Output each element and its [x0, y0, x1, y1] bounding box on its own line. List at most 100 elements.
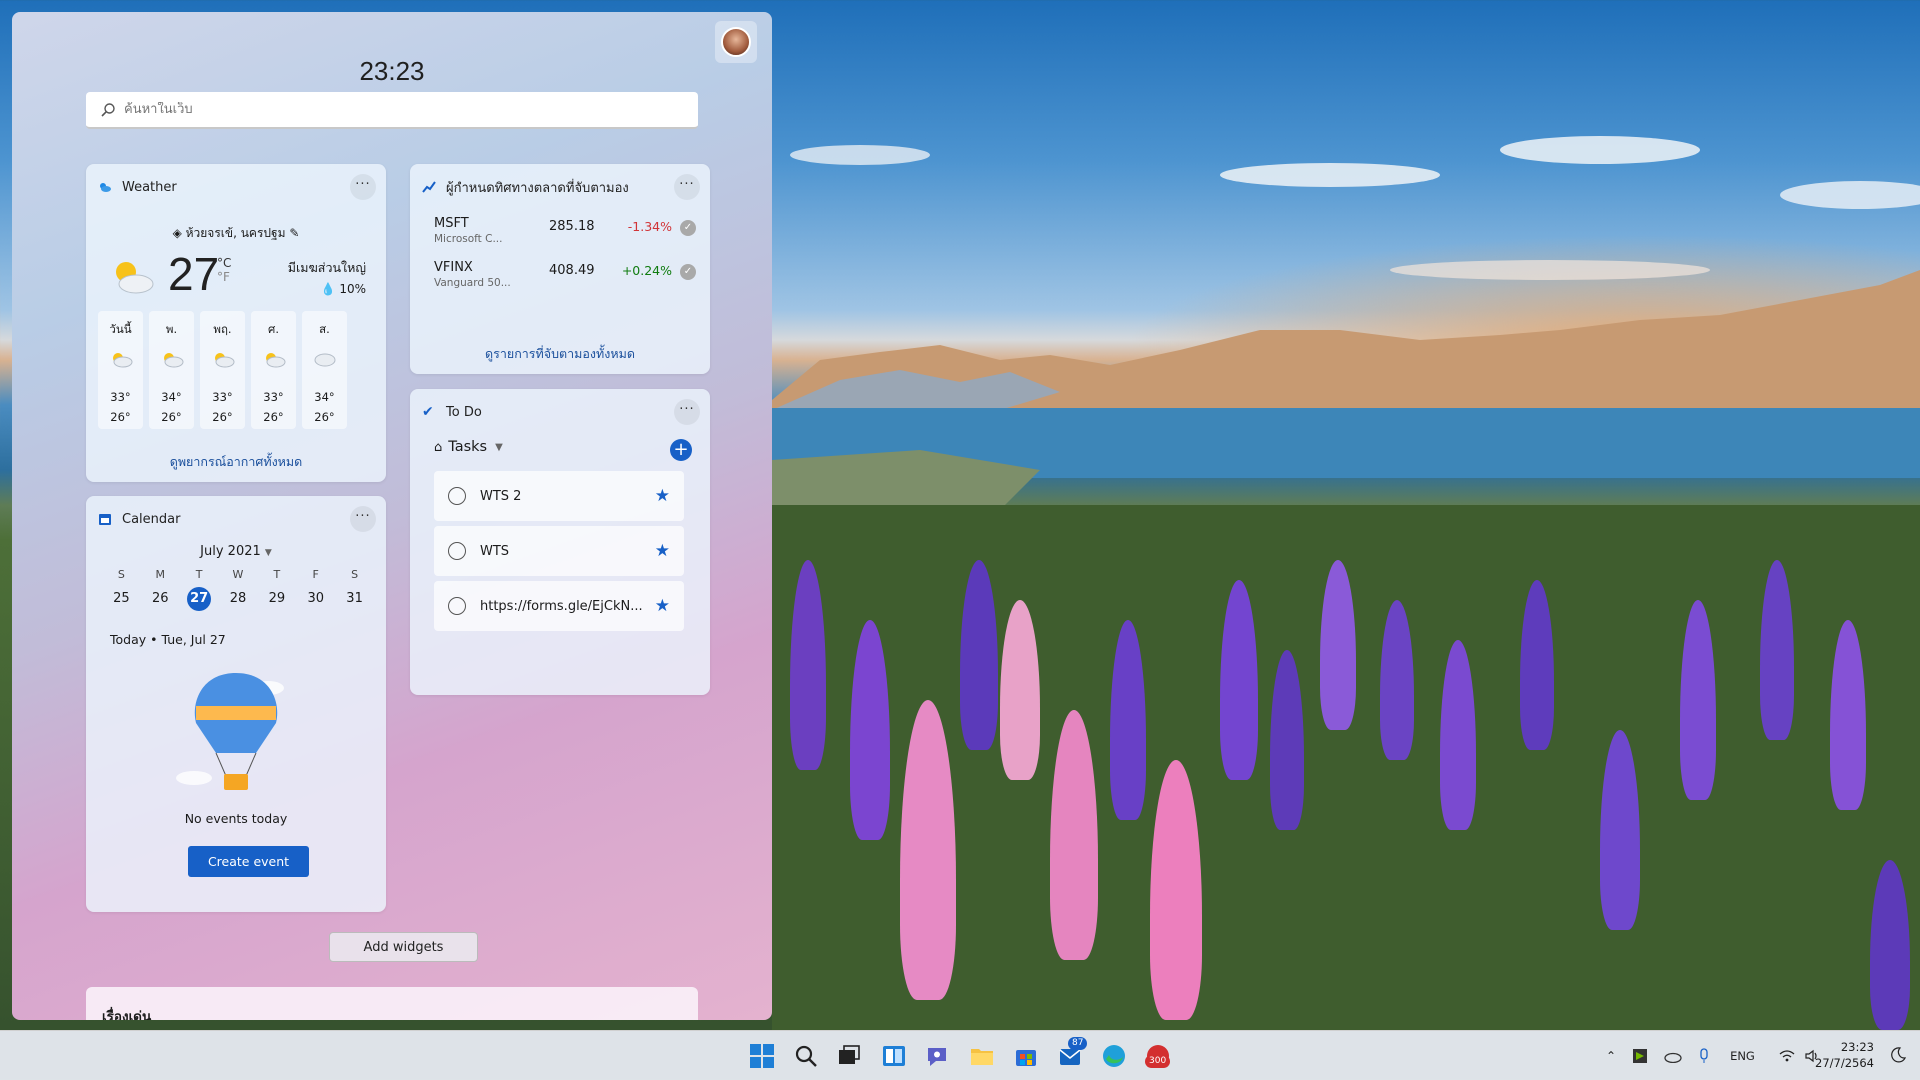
calendar-date[interactable]: 30 — [296, 586, 335, 612]
stock-price: 408.49 — [549, 263, 595, 278]
quiet-hours-moon-icon[interactable] — [1890, 1047, 1906, 1063]
weather-more-options-button[interactable]: ··· — [350, 174, 376, 200]
home-icon: ⌂ — [434, 439, 443, 455]
calendar-icon — [99, 514, 111, 525]
forecast-high: 33° — [263, 390, 284, 404]
task-item[interactable]: WTS 2 ★ — [434, 471, 684, 521]
forecast-day[interactable]: พ. 34° 26° — [149, 311, 194, 429]
forecast-low: 26° — [110, 410, 131, 424]
todo-more-options-button[interactable]: ··· — [674, 399, 700, 425]
notification-badge: 87 — [1068, 1037, 1088, 1050]
nvidia-icon[interactable] — [1632, 1048, 1648, 1064]
microphone-icon[interactable] — [1698, 1048, 1710, 1064]
forecast-day[interactable]: พฤ. 33° 26° — [200, 311, 245, 429]
market-watchlist-widget[interactable]: ผู้กำหนดทิศทางตลาดที่จับตามอง ··· MSFT M… — [410, 164, 710, 374]
stock-change: -1.34% — [627, 219, 672, 234]
edge-browser-icon[interactable] — [1101, 1043, 1127, 1069]
forecast-day[interactable]: ศ. 33° 26° — [251, 311, 296, 429]
add-task-button[interactable]: + — [670, 439, 692, 461]
onedrive-cloud-icon[interactable] — [1664, 1049, 1682, 1063]
add-widgets-button[interactable]: Add widgets — [329, 932, 478, 962]
calendar-date[interactable]: 25 — [102, 586, 141, 612]
weekday-label: W — [232, 568, 244, 581]
forecast-day-label: พ. — [165, 322, 178, 336]
temperature-unit-toggle[interactable]: °C °F — [217, 256, 231, 284]
star-icon[interactable]: ★ — [655, 541, 670, 561]
calendar-date[interactable]: 29 — [257, 586, 296, 612]
current-temperature: 27 — [168, 248, 220, 300]
search-icon — [101, 102, 115, 117]
todo-check-icon: ✔ — [422, 404, 434, 420]
chevron-up-icon[interactable]: ⌃ — [1606, 1049, 1616, 1063]
weather-widget[interactable]: Weather ··· ◈ ห้วยจรเข้, นครปฐม ✎ 27 °C °… — [86, 164, 386, 482]
calendar-more-options-button[interactable]: ··· — [350, 506, 376, 532]
start-windows-icon[interactable] — [749, 1043, 775, 1069]
weather-cloud-icon — [100, 183, 111, 192]
watchlist-link[interactable]: ดูรายการที่จับตามองทั้งหมด — [410, 344, 710, 364]
task-complete-checkbox[interactable] — [448, 542, 466, 560]
widgets-icon[interactable] — [881, 1043, 907, 1069]
featured-stories-card[interactable]: เรื่องเด่น — [86, 987, 698, 1020]
task-view-icon[interactable] — [836, 1043, 862, 1069]
edit-pencil-icon[interactable]: ✎ — [286, 226, 299, 240]
task-item[interactable]: https://forms.gle/EjCkN... ★ — [434, 581, 684, 631]
unit-celsius[interactable]: °C — [217, 256, 231, 270]
weather-location[interactable]: ◈ ห้วยจรเข้, นครปฐม ✎ — [86, 224, 386, 243]
calendar-title: Calendar — [122, 511, 181, 527]
calendar-date-today[interactable]: 27 — [180, 586, 219, 612]
task-list-name: Tasks — [448, 439, 488, 455]
profile-avatar-button[interactable] — [715, 21, 757, 63]
calendar-date[interactable]: 28 — [219, 586, 258, 612]
calendar-header: Calendar — [98, 507, 376, 531]
stock-name: Vanguard 50... — [434, 277, 511, 289]
check-icon[interactable]: ✓ — [680, 264, 696, 280]
star-icon[interactable]: ★ — [655, 486, 670, 506]
forecast-day[interactable]: ส. 34° 26° — [302, 311, 347, 429]
forecast-high: 34° — [314, 390, 335, 404]
month-label: July 2021 — [200, 544, 261, 559]
forecast-high: 33° — [212, 390, 233, 404]
input-language[interactable]: ENG — [1730, 1049, 1755, 1063]
teams-chat-icon[interactable] — [925, 1043, 951, 1069]
microsoft-store-icon[interactable] — [1013, 1043, 1039, 1069]
web-search-box[interactable] — [86, 92, 698, 129]
calendar-date[interactable]: 31 — [335, 586, 374, 612]
forecast-low: 26° — [314, 410, 335, 424]
calendar-date[interactable]: 26 — [141, 586, 180, 612]
star-icon[interactable]: ★ — [655, 596, 670, 616]
unit-fahrenheit[interactable]: °F — [217, 270, 231, 284]
weather-forecast-link[interactable]: ดูพยากรณ์อากาศทั้งหมด — [86, 452, 386, 472]
weather-title: Weather — [122, 179, 177, 195]
weekday-label: T — [273, 568, 281, 581]
task-complete-checkbox[interactable] — [448, 487, 466, 505]
task-complete-checkbox[interactable] — [448, 597, 466, 615]
taskbar-clock[interactable]: 23:23 27/7/2564 — [1815, 1039, 1874, 1071]
markets-header: ผู้กำหนดทิศทางตลาดที่จับตามอง — [422, 175, 700, 199]
clock-time: 23:23 — [1840, 1040, 1874, 1054]
file-explorer-icon[interactable] — [969, 1043, 995, 1069]
stock-row[interactable]: VFINX Vanguard 50... 408.49 +0.24% ✓ — [434, 260, 696, 289]
stock-name: Microsoft C... — [434, 233, 503, 245]
search-input[interactable] — [124, 102, 644, 117]
forecast-day[interactable]: วันนี้ 33° 26° — [98, 311, 143, 429]
forecast-days: วันนี้ 33° 26° พ. 34° 26° พฤ. 33° 26° ศ.… — [98, 311, 347, 429]
markets-title: ผู้กำหนดทิศทางตลาดที่จับตามอง — [446, 180, 629, 196]
forecast-low: 26° — [161, 410, 182, 424]
task-list-selector[interactable]: ⌂ Tasks ▼ — [434, 439, 503, 455]
task-item[interactable]: WTS ★ — [434, 526, 684, 576]
stock-row[interactable]: MSFT Microsoft C... 285.18 -1.34% ✓ — [434, 216, 696, 245]
chevron-down-icon: ▼ — [495, 441, 503, 453]
featured-title: เรื่องเด่น — [102, 1009, 152, 1020]
todo-widget[interactable]: ✔ To Do ··· ⌂ Tasks ▼ + WTS 2 ★ WTS ★ ht… — [410, 389, 710, 695]
check-icon[interactable]: ✓ — [680, 220, 696, 236]
precipitation: 💧 10% — [288, 282, 366, 296]
wifi-icon[interactable] — [1779, 1049, 1795, 1063]
calendar-widget[interactable]: Calendar ··· July 2021 ▼ S M T W T F S 2… — [86, 496, 386, 912]
partly-cloudy-rain-icon — [265, 353, 285, 368]
markets-more-options-button[interactable]: ··· — [674, 174, 700, 200]
create-event-button[interactable]: Create event — [188, 846, 309, 877]
calendar-week: S M T W T F S 25 26 27 28 29 30 31 — [102, 568, 374, 612]
search-icon[interactable] — [793, 1043, 819, 1069]
month-selector[interactable]: July 2021 ▼ — [86, 544, 386, 559]
avatar — [721, 27, 751, 57]
